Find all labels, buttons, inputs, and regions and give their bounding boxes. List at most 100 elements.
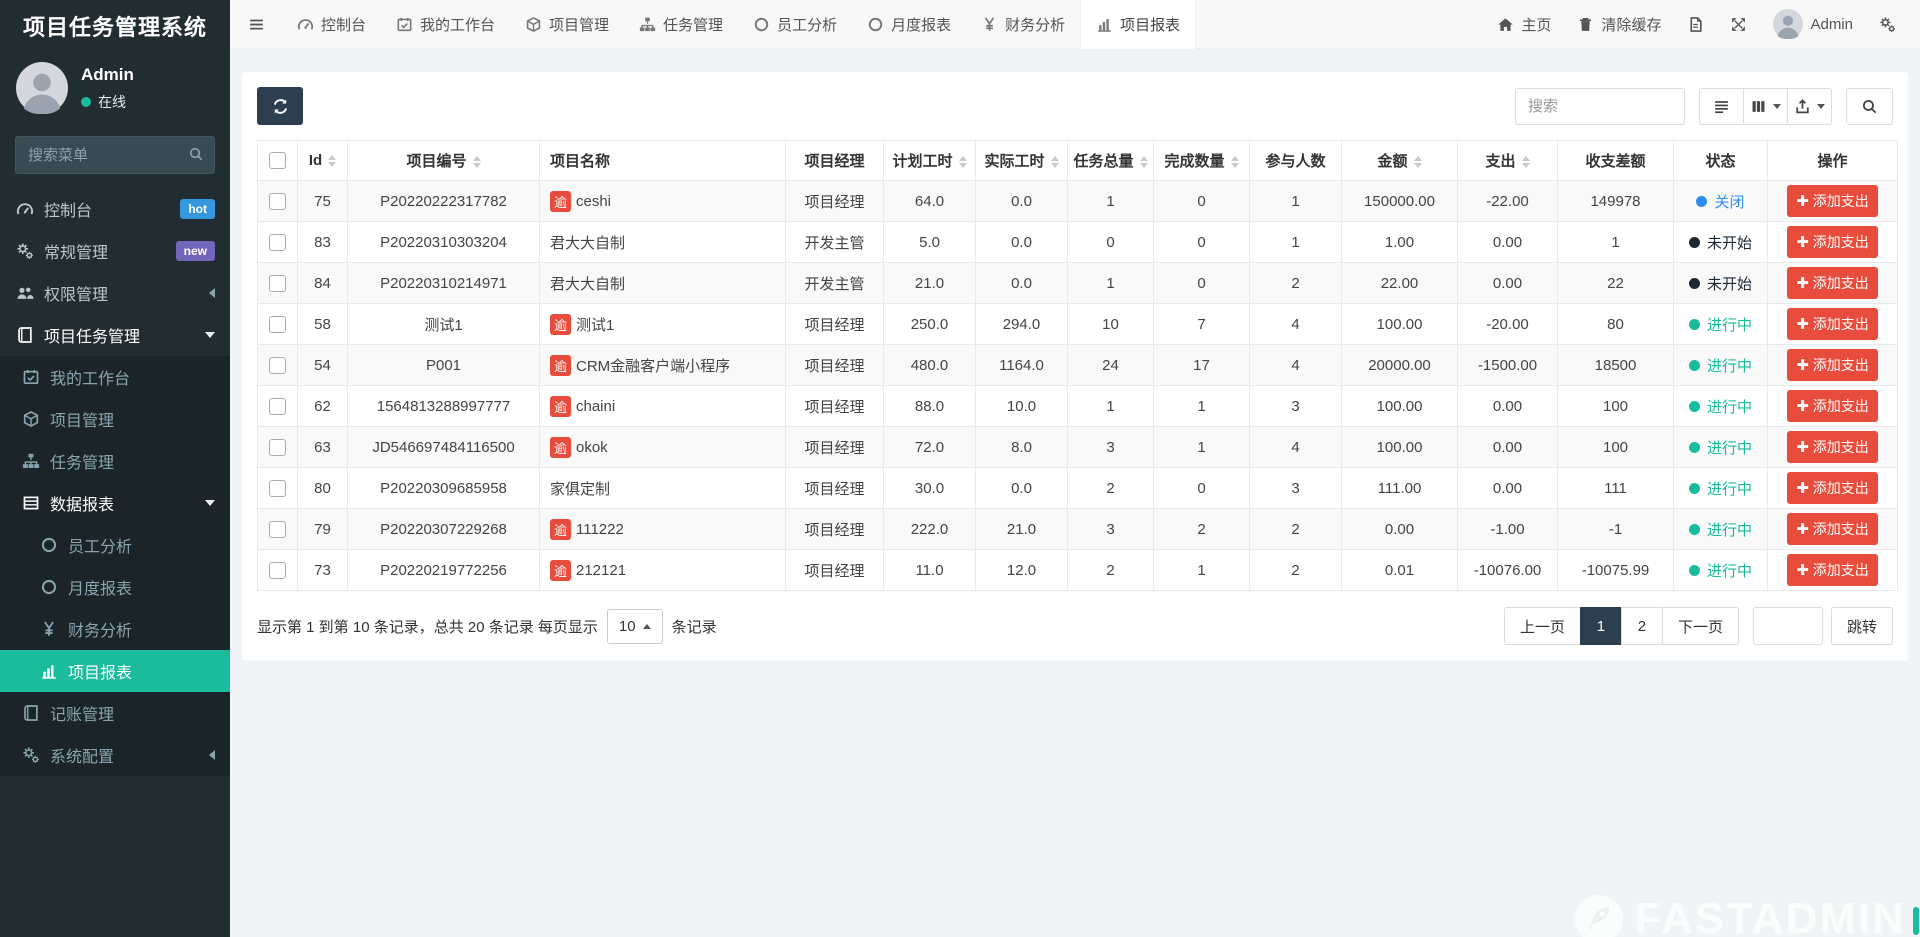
add-expense-button[interactable]: ✚ 添加支出	[1787, 349, 1878, 381]
column-header[interactable]: 完成数量	[1154, 141, 1250, 181]
nav-tab[interactable]: 任务管理	[624, 0, 738, 49]
column-header[interactable]: 项目编号	[348, 141, 540, 181]
circle-icon	[867, 16, 884, 33]
sort-icon[interactable]	[473, 156, 481, 168]
select-all-checkbox[interactable]	[269, 152, 286, 169]
table-body: 75 P20220222317782 逾 ceshi 项目经理 64.0 0.0…	[258, 181, 1898, 591]
jump-button[interactable]: 跳转	[1831, 607, 1893, 645]
detail-view-button[interactable]	[1699, 88, 1744, 125]
sidebar-search	[15, 136, 215, 174]
sidebar-item[interactable]: 记账管理	[0, 692, 230, 734]
scrollbar-thumb[interactable]	[1913, 907, 1919, 935]
sort-icon[interactable]	[1522, 156, 1530, 168]
cell-done-count: 1	[1154, 386, 1250, 427]
row-checkbox[interactable]	[269, 562, 286, 579]
nav-tab[interactable]: 我的工作台	[381, 0, 510, 49]
settings-button[interactable]	[1879, 16, 1896, 33]
nav-tab[interactable]: 项目报表	[1080, 0, 1196, 49]
fullscreen-button[interactable]	[1730, 16, 1747, 33]
home-link[interactable]: 主页	[1497, 14, 1551, 35]
add-expense-button[interactable]: ✚ 添加支出	[1787, 185, 1878, 217]
sidebar-item[interactable]: 财务分析	[0, 608, 230, 650]
column-header[interactable]: Id	[298, 141, 348, 181]
sidebar-search-input[interactable]	[15, 136, 215, 174]
page-button[interactable]: 2	[1621, 607, 1663, 645]
cell-balance: -1	[1558, 509, 1674, 550]
row-checkbox[interactable]	[269, 521, 286, 538]
add-expense-button[interactable]: ✚ 添加支出	[1787, 226, 1878, 258]
sidebar-item[interactable]: 系统配置	[0, 734, 230, 776]
column-header[interactable]: 金额	[1342, 141, 1458, 181]
column-header[interactable]: 操作	[1768, 141, 1898, 181]
refresh-button[interactable]	[257, 87, 303, 125]
sidebar-item[interactable]: 数据报表	[0, 482, 230, 524]
per-page-dropdown[interactable]: 10	[607, 609, 663, 644]
add-expense-button[interactable]: ✚ 添加支出	[1787, 472, 1878, 504]
prev-page-button[interactable]: 上一页	[1504, 607, 1581, 645]
sidebar-item[interactable]: 员工分析	[0, 524, 230, 566]
clear-cache-link[interactable]: 清除缓存	[1577, 14, 1661, 35]
next-page-button[interactable]: 下一页	[1662, 607, 1739, 645]
column-header[interactable]: 支出	[1458, 141, 1558, 181]
sidebar-item[interactable]: 权限管理	[0, 272, 230, 314]
advanced-search-button[interactable]	[1846, 88, 1893, 125]
sidebar-item[interactable]: 项目任务管理	[0, 314, 230, 356]
sidebar-item[interactable]: 我的工作台	[0, 356, 230, 398]
plus-icon: ✚	[1796, 317, 1809, 332]
row-checkbox[interactable]	[269, 439, 286, 456]
add-expense-button[interactable]: ✚ 添加支出	[1787, 554, 1878, 586]
row-checkbox[interactable]	[269, 316, 286, 333]
nav-tab[interactable]: 财务分析	[966, 0, 1080, 49]
nav-tab[interactable]: 控制台	[282, 0, 381, 49]
sort-icon[interactable]	[1414, 156, 1422, 168]
jump-page-input[interactable]	[1753, 607, 1823, 645]
add-expense-button[interactable]: ✚ 添加支出	[1787, 390, 1878, 422]
sidebar-item[interactable]: 常规管理 new	[0, 230, 230, 272]
cell-done-count: 0	[1154, 468, 1250, 509]
row-checkbox[interactable]	[269, 357, 286, 374]
add-expense-button[interactable]: ✚ 添加支出	[1787, 431, 1878, 463]
sidebar-item[interactable]: 项目管理	[0, 398, 230, 440]
cell-project-name: 逾 212121	[540, 550, 786, 591]
nav-tab[interactable]: 月度报表	[852, 0, 966, 49]
sidebar-item[interactable]: 任务管理	[0, 440, 230, 482]
add-expense-button[interactable]: ✚ 添加支出	[1787, 267, 1878, 299]
sort-icon[interactable]	[1140, 156, 1148, 168]
row-checkbox[interactable]	[269, 234, 286, 251]
page-button[interactable]: 1	[1580, 607, 1622, 645]
column-header[interactable]: 参与人数	[1250, 141, 1342, 181]
column-header[interactable]: 状态	[1674, 141, 1768, 181]
column-header[interactable]: 实际工时	[976, 141, 1068, 181]
columns-button[interactable]	[1743, 88, 1788, 125]
sort-icon[interactable]	[1051, 156, 1059, 168]
row-checkbox[interactable]	[269, 275, 286, 292]
column-header[interactable]: 项目经理	[786, 141, 884, 181]
cell-project-code: P20220310303204	[348, 222, 540, 263]
docs-icon	[1687, 16, 1704, 33]
nav-tab[interactable]: 员工分析	[738, 0, 852, 49]
docs-button[interactable]	[1687, 16, 1704, 33]
sort-icon[interactable]	[1231, 156, 1239, 168]
row-checkbox[interactable]	[269, 398, 286, 415]
table-search-input[interactable]	[1515, 88, 1685, 125]
add-expense-button[interactable]: ✚ 添加支出	[1787, 513, 1878, 545]
add-expense-button[interactable]: ✚ 添加支出	[1787, 308, 1878, 340]
sidebar-item[interactable]: 月度报表	[0, 566, 230, 608]
column-header[interactable]: 任务总量	[1068, 141, 1154, 181]
cell-done-count: 0	[1154, 222, 1250, 263]
sidebar-item[interactable]: 项目报表	[0, 650, 230, 692]
row-checkbox[interactable]	[269, 480, 286, 497]
row-checkbox[interactable]	[269, 193, 286, 210]
cell-project-name: 逾 111222	[540, 509, 786, 550]
menu-toggle-button[interactable]	[230, 0, 282, 49]
column-header[interactable]: 项目名称	[540, 141, 786, 181]
sidebar-item[interactable]: 控制台 hot	[0, 188, 230, 230]
sort-icon[interactable]	[959, 156, 967, 168]
nav-tab[interactable]: 项目管理	[510, 0, 624, 49]
column-header[interactable]: 计划工时	[884, 141, 976, 181]
column-header[interactable]: 收支差额	[1558, 141, 1674, 181]
user-menu[interactable]: Admin	[1773, 9, 1853, 39]
search-icon	[1861, 98, 1878, 115]
export-button[interactable]	[1787, 88, 1832, 125]
sort-icon[interactable]	[328, 155, 336, 167]
